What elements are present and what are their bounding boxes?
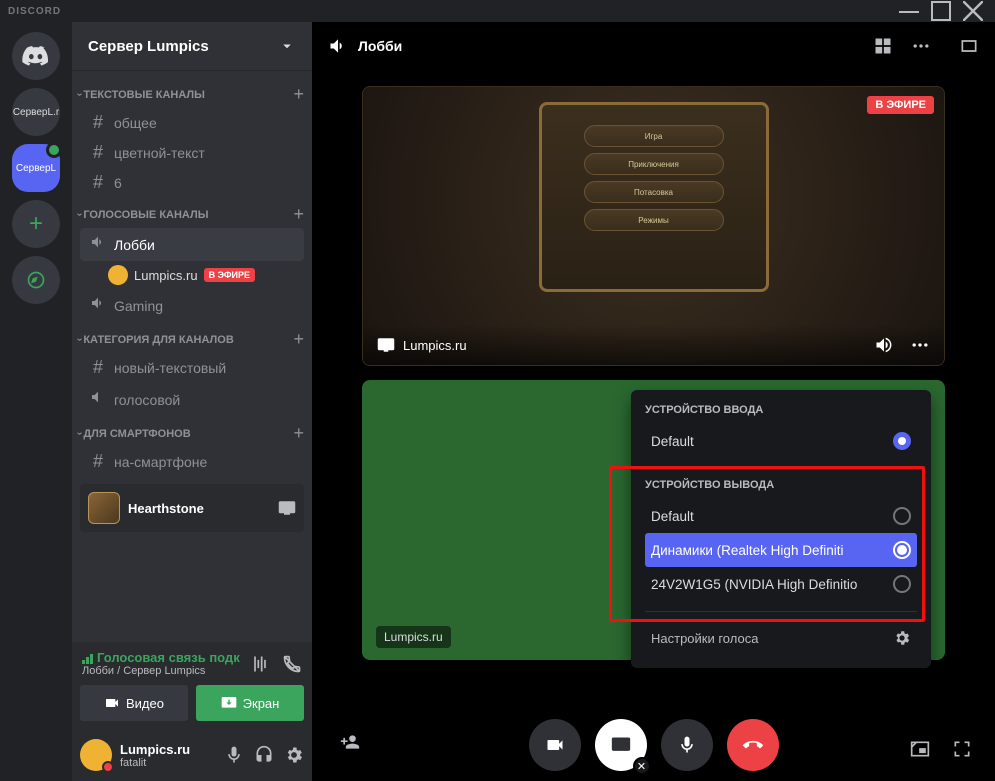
radio-icon (893, 432, 911, 450)
popout-icon[interactable] (959, 36, 979, 56)
home-button[interactable] (12, 32, 60, 80)
stop-share-button[interactable]: ✕ (595, 719, 647, 771)
volume-icon[interactable] (874, 335, 894, 355)
grid-view-icon[interactable] (873, 36, 893, 56)
add-channel-button[interactable]: + (293, 329, 304, 350)
more-icon[interactable] (910, 335, 930, 355)
user-avatar (108, 265, 128, 285)
add-channel-button[interactable]: + (293, 204, 304, 225)
settings-icon[interactable] (284, 745, 304, 765)
pip-icon[interactable] (909, 739, 931, 759)
voice-connected: Голосовая связь подк (82, 650, 250, 665)
channel-voice[interactable]: Gaming (80, 289, 304, 322)
voice-channel-path: Лобби / Сервер Lumpics (82, 665, 250, 677)
self-tile[interactable]: Lumpics.ru УСТРОЙСТВО ВВОДА Default УСТР… (362, 380, 945, 660)
fullscreen-icon[interactable] (951, 739, 973, 759)
more-icon[interactable] (911, 36, 931, 56)
radio-icon (893, 541, 911, 559)
stream-tile[interactable]: Игра Приключения Потасовка Режимы В ЭФИР… (362, 86, 945, 366)
speaker-icon (88, 387, 108, 412)
server-header[interactable]: Сервер Lumpics (72, 22, 312, 70)
server-2[interactable]: СерверL (12, 144, 60, 192)
streamer-name: Lumpics.ru (403, 338, 467, 353)
server-1[interactable]: СерверL.r (12, 88, 60, 136)
hash-icon: # (88, 172, 108, 193)
hangup-button[interactable] (727, 719, 779, 771)
online-indicator (46, 142, 62, 158)
output-section-title: УСТРОЙСТВО ВЫВОДА (645, 479, 917, 491)
category-smart[interactable]: ДЛЯ СМАРТФОНОВ+ (72, 417, 312, 446)
hash-icon: # (88, 142, 108, 163)
output-option[interactable]: Динамики (Realtek High Definiti (645, 533, 917, 567)
close-button[interactable] (959, 1, 987, 21)
mute-button[interactable] (661, 719, 713, 771)
live-badge: В ЭФИРЕ (204, 268, 255, 282)
game-icon (88, 492, 120, 524)
audio-settings-popup: УСТРОЙСТВО ВВОДА Default УСТРОЙСТВО ВЫВО… (631, 390, 931, 668)
disconnect-icon[interactable] (282, 654, 302, 674)
headphones-icon[interactable] (254, 745, 274, 765)
screen-share-button[interactable]: Экран (196, 685, 304, 721)
noise-suppress-icon[interactable] (250, 654, 270, 674)
hash-icon: # (88, 451, 108, 472)
hash-icon: # (88, 357, 108, 378)
gear-icon (893, 628, 911, 648)
channel-voice-lobby[interactable]: Лобби (80, 228, 304, 261)
channel-text[interactable]: #новый-текстовый (80, 353, 304, 382)
radio-icon (893, 575, 911, 593)
dnd-status-icon (102, 761, 114, 773)
server-list: СерверL.r СерверL + (0, 22, 72, 781)
mic-icon[interactable] (224, 745, 244, 765)
speaker-icon (88, 293, 108, 318)
stream-icon[interactable] (278, 498, 296, 518)
username: Lumpics.ru (120, 742, 216, 757)
video-button[interactable]: Видео (80, 685, 188, 721)
category-other[interactable]: КАТЕГОРИЯ ДЛЯ КАНАЛОВ+ (72, 323, 312, 352)
channel-text[interactable]: #на-смартфоне (80, 447, 304, 476)
game-menu: Игра Приключения Потасовка Режимы (539, 102, 769, 292)
hash-icon: # (88, 112, 108, 133)
speaker-icon (88, 232, 108, 257)
radio-icon (893, 507, 911, 525)
speaker-icon (328, 36, 348, 56)
category-voice[interactable]: ГОЛОСОВЫЕ КАНАЛЫ+ (72, 198, 312, 227)
add-server-button[interactable]: + (12, 200, 60, 248)
category-text[interactable]: ТЕКСТОВЫЕ КАНАЛЫ+ (72, 78, 312, 107)
output-option[interactable]: Default (645, 499, 917, 533)
voice-settings-link[interactable]: Настройки голоса (645, 622, 917, 654)
channel-title: Лобби (328, 36, 402, 56)
minimize-button[interactable] (895, 1, 923, 21)
channel-text[interactable]: #общее (80, 108, 304, 137)
add-channel-button[interactable]: + (293, 84, 304, 105)
activity-card[interactable]: Hearthstone (80, 484, 304, 532)
monitor-icon (377, 335, 395, 355)
explore-button[interactable] (12, 256, 60, 304)
add-channel-button[interactable]: + (293, 423, 304, 444)
app-brand: DISCORD (8, 6, 61, 17)
voice-user[interactable]: Lumpics.ruВ ЭФИРЕ (72, 262, 312, 288)
chevron-down-icon (278, 36, 296, 56)
input-option[interactable]: Default (645, 424, 917, 458)
user-avatar[interactable] (80, 739, 112, 771)
channel-text[interactable]: #6 (80, 168, 304, 197)
activity-name: Hearthstone (128, 501, 270, 516)
user-panel: Lumpics.ru fatalit (72, 729, 312, 781)
channel-text[interactable]: #цветной-текст (80, 138, 304, 167)
voice-status-panel: Голосовая связь подк Лобби / Сервер Lump… (72, 642, 312, 685)
close-badge-icon: ✕ (633, 757, 651, 775)
camera-button[interactable] (529, 719, 581, 771)
live-badge: В ЭФИРЕ (867, 96, 934, 114)
input-section-title: УСТРОЙСТВО ВВОДА (645, 404, 917, 416)
channel-voice[interactable]: голосовой (80, 383, 304, 416)
maximize-button[interactable] (927, 1, 955, 21)
server-name: Сервер Lumpics (88, 38, 209, 55)
user-status: fatalit (120, 757, 216, 769)
self-label: Lumpics.ru (376, 626, 451, 648)
invite-user-button[interactable] (338, 732, 362, 755)
output-option[interactable]: 24V2W1G5 (NVIDIA High Definitio (645, 567, 917, 601)
